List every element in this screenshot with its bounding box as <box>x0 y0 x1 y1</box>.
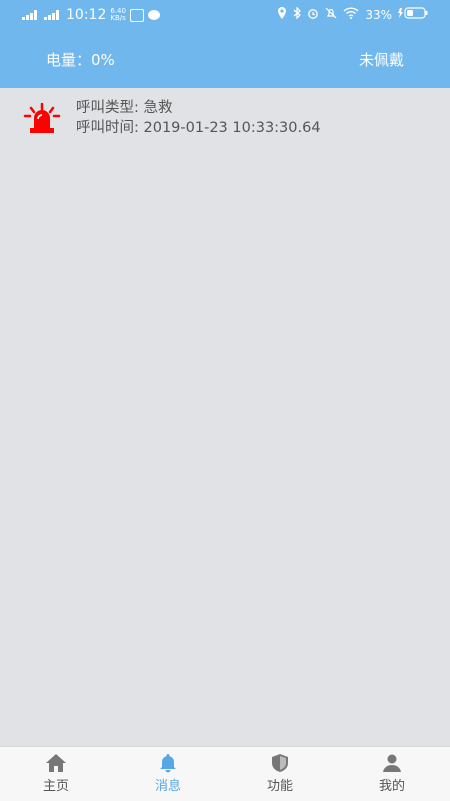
home-icon <box>45 753 67 773</box>
tab-messages-label: 消息 <box>154 779 181 794</box>
bell-icon <box>157 753 179 773</box>
tab-functions[interactable]: 功能 <box>224 747 336 801</box>
call-time-row: 呼叫时间: 2019-01-23 10:33:30.64 <box>76 118 321 138</box>
signal-1-icon <box>22 10 40 20</box>
call-time-label: 呼叫时间: <box>76 120 139 136</box>
chat-notification-icon <box>147 10 160 20</box>
call-time-value: 2019-01-23 10:33:30.64 <box>143 120 321 136</box>
app-notification-icon <box>129 8 144 22</box>
call-type-label: 呼叫类型: <box>76 100 139 116</box>
network-speed: 6.40 KB/s <box>110 8 126 22</box>
device-header: 电量：0% 未佩戴 <box>0 44 450 74</box>
location-icon <box>277 7 287 23</box>
alarm-clock-icon <box>307 7 319 23</box>
alarm-icon <box>22 102 62 134</box>
tab-home[interactable]: 主页 <box>0 747 112 801</box>
tab-functions-label: 功能 <box>266 779 293 794</box>
battery-value: 0% <box>91 51 115 69</box>
message-text: 呼叫类型: 急救 呼叫时间: 2019-01-23 10:33:30.64 <box>76 98 321 138</box>
shield-icon <box>269 753 291 773</box>
battery-icon <box>398 7 428 23</box>
status-bar: 10:12 6.40 KB/s 33% <box>0 0 450 30</box>
top-bar: 10:12 6.40 KB/s 33% 电量：0% 未佩戴 <box>0 0 450 88</box>
list-item[interactable]: 呼叫类型: 急救 呼叫时间: 2019-01-23 10:33:30.64 <box>0 96 450 142</box>
call-type-row: 呼叫类型: 急救 <box>76 98 321 118</box>
tab-profile-label: 我的 <box>378 779 405 794</box>
call-type-value: 急救 <box>143 100 173 116</box>
tab-messages[interactable]: 消息 <box>112 747 224 801</box>
bluetooth-icon <box>293 6 302 23</box>
status-time: 10:12 <box>66 7 107 23</box>
signal-2-icon <box>44 10 62 20</box>
wear-status: 未佩戴 <box>358 51 404 69</box>
mute-icon <box>325 7 337 23</box>
tab-home-label: 主页 <box>42 779 69 794</box>
speed-unit: KB/s <box>110 14 126 22</box>
battery-label: 电量： <box>46 51 92 69</box>
battery-info: 电量：0% <box>46 49 115 70</box>
person-icon <box>381 753 403 773</box>
tab-profile[interactable]: 我的 <box>336 747 448 801</box>
battery-percent: 33% <box>365 8 392 22</box>
wifi-icon <box>343 7 359 23</box>
bottom-tab-bar: 主页 消息 功能 我的 <box>0 746 450 801</box>
